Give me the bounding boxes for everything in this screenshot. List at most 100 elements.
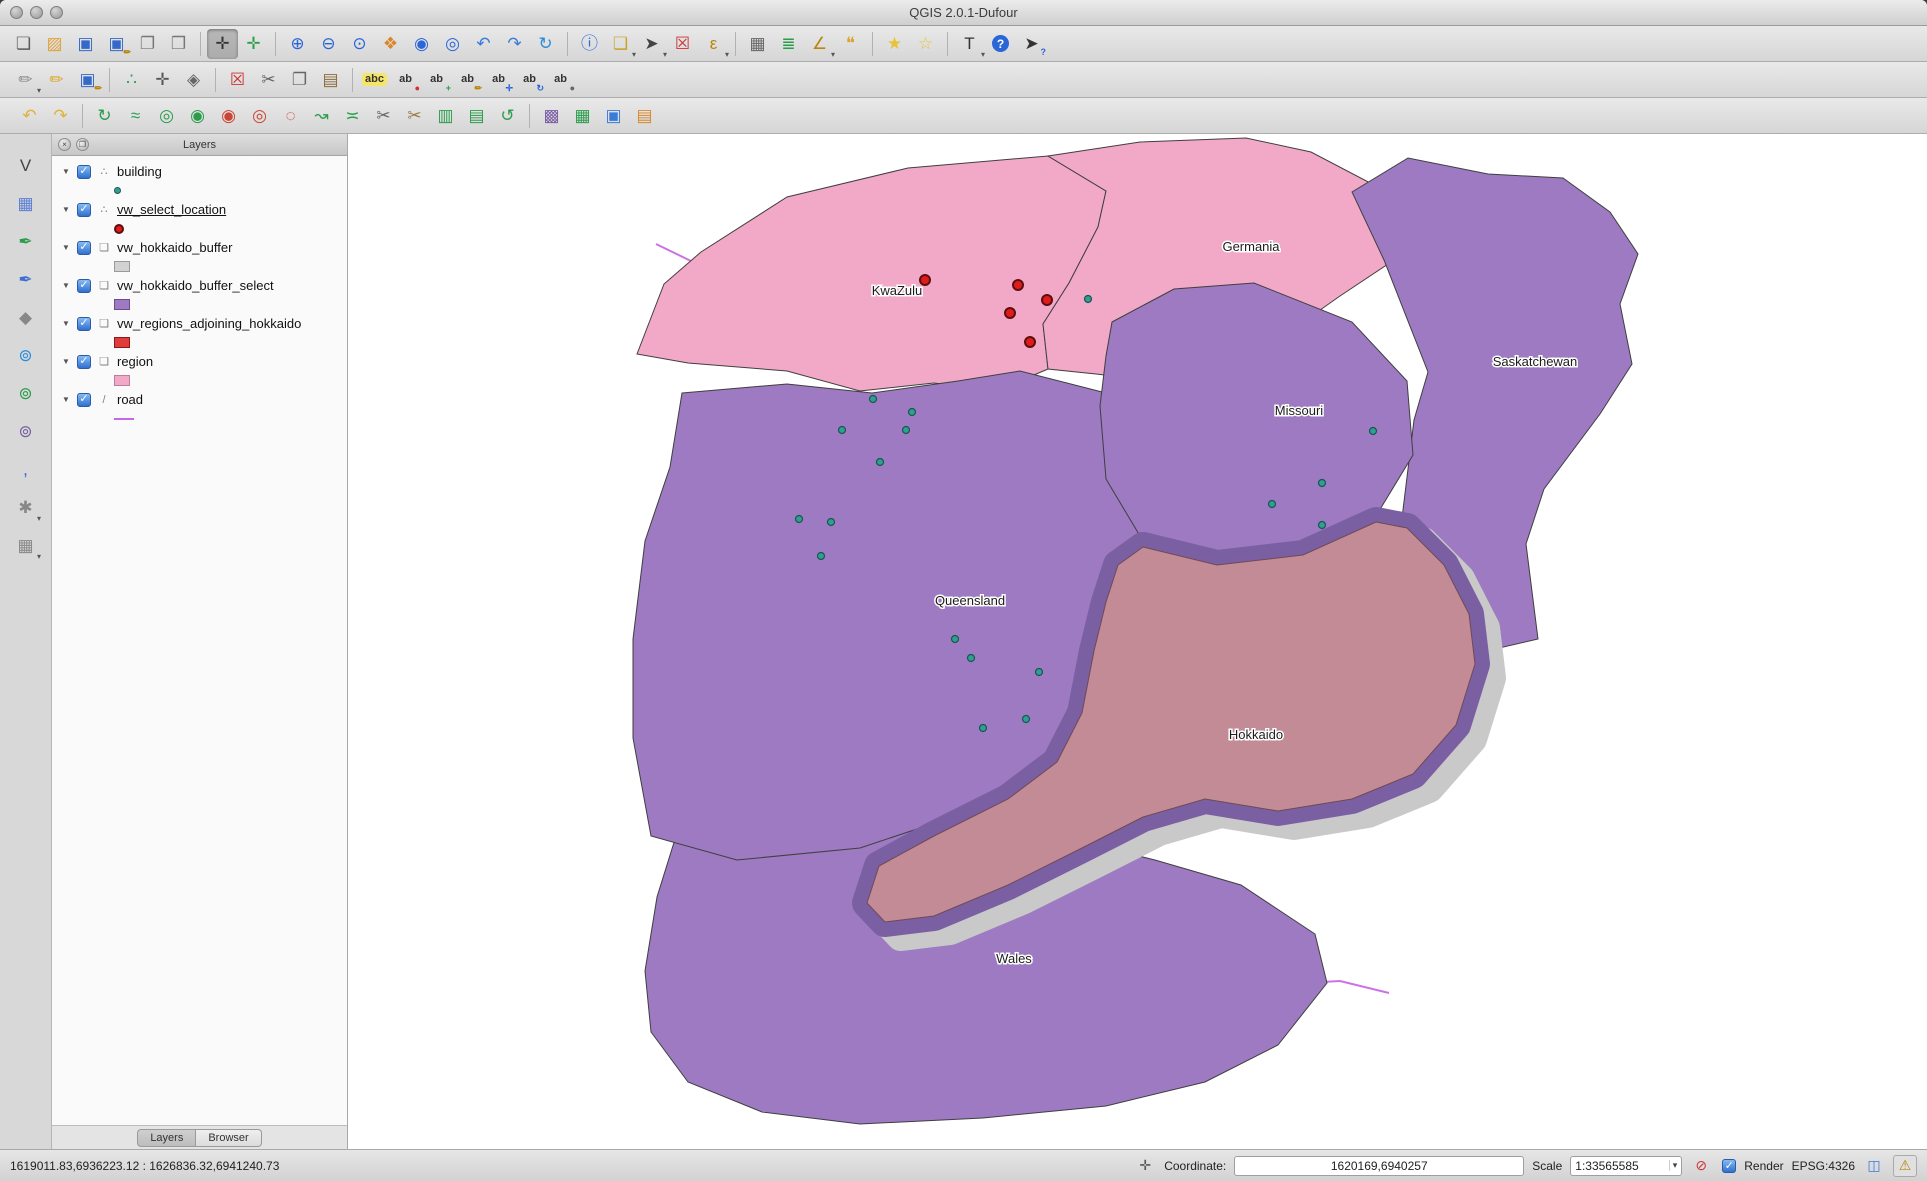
map-refresh-button[interactable]: ↻ — [530, 29, 561, 59]
zoom-last-button[interactable]: ↶ — [468, 29, 499, 59]
add-feature-button[interactable]: ∴ — [116, 65, 147, 95]
delete-ring-button[interactable]: ◎ — [244, 101, 275, 131]
stop-render-icon[interactable]: ⊘ — [1690, 1155, 1712, 1177]
add-delimited-text-layer-button[interactable]: , — [10, 454, 41, 485]
save-layer-edits-button[interactable]: ▣✏ — [72, 65, 103, 95]
tab-browser[interactable]: Browser — [196, 1129, 261, 1147]
undo-button[interactable]: ↶ — [14, 101, 45, 131]
open-project-button[interactable]: ▨ — [39, 29, 70, 59]
expander-icon[interactable]: ▼ — [62, 319, 71, 328]
mouse-position-icon[interactable]: ✛ — [1134, 1155, 1156, 1177]
simplify-feature-button[interactable]: ≈ — [120, 101, 151, 131]
select-by-expression-button[interactable]: ➤▾ — [636, 29, 667, 59]
scale-combo[interactable]: 1:33565585 ▾ — [1570, 1156, 1682, 1176]
expander-icon[interactable]: ▼ — [62, 395, 71, 404]
map-canvas[interactable]: KwaZuluGermaniaSaskatchewanMissouriQueen… — [348, 134, 1927, 1149]
layer-visibility-checkbox[interactable]: ✓ — [77, 279, 91, 293]
layer-item-building[interactable]: ▼✓∴building — [52, 161, 347, 182]
layer-visibility-checkbox[interactable]: ✓ — [77, 165, 91, 179]
map-tips-button[interactable]: ❝ — [835, 29, 866, 59]
crs-status-icon[interactable]: ◫ — [1863, 1155, 1885, 1177]
new-bookmark-button[interactable]: ★ — [879, 29, 910, 59]
label-properties-button[interactable]: ab● — [545, 65, 576, 95]
add-ring-button[interactable]: ◎ — [151, 101, 182, 131]
layer-visibility-checkbox[interactable]: ✓ — [77, 241, 91, 255]
add-mssql-layer-button[interactable]: ◆ — [10, 302, 41, 333]
label-highlight-button[interactable]: abc — [359, 65, 390, 95]
current-edits-button[interactable]: ✏▾ — [10, 65, 41, 95]
merge-features-button[interactable]: ▥ — [430, 101, 461, 131]
zoom-to-selection-button[interactable]: ◉ — [406, 29, 437, 59]
layer-item-vw_regions_adjoining_hokkaido[interactable]: ▼✓❏vw_regions_adjoining_hokkaido — [52, 313, 347, 334]
deselect-features-button[interactable]: ☒ — [667, 29, 698, 59]
field-calculator-button[interactable]: ≣ — [773, 29, 804, 59]
new-spatialite-layer-button[interactable]: ▦▾ — [10, 530, 41, 561]
offset-curve-button[interactable]: ≍ — [337, 101, 368, 131]
zoom-to-layer-button[interactable]: ◎ — [437, 29, 468, 59]
merge-attributes-button[interactable]: ▤ — [461, 101, 492, 131]
expander-icon[interactable]: ▼ — [62, 167, 71, 176]
tab-layers[interactable]: Layers — [137, 1129, 196, 1147]
cut-features-button[interactable]: ✂ — [253, 65, 284, 95]
label-pin-button[interactable]: ab● — [390, 65, 421, 95]
delete-part-button[interactable]: ◌ — [275, 101, 306, 131]
save-project-as-button[interactable]: ▣✏ — [101, 29, 132, 59]
layer-item-vw_hokkaido_buffer_select[interactable]: ▼✓❏vw_hokkaido_buffer_select — [52, 275, 347, 296]
expander-icon[interactable]: ▼ — [62, 357, 71, 366]
text-annotation-button[interactable]: T▾ — [954, 29, 985, 59]
open-attribute-table-button[interactable]: ▦ — [742, 29, 773, 59]
rotate-point-symbols-button[interactable]: ↺ — [492, 101, 523, 131]
redo-button[interactable]: ↷ — [45, 101, 76, 131]
add-spatialite-layer-button[interactable]: ✒ — [10, 226, 41, 257]
intersect-layers-button[interactable]: ▦ — [567, 101, 598, 131]
paste-features-button[interactable]: ▤ — [315, 65, 346, 95]
add-raster-layer-button[interactable]: ▦ — [10, 188, 41, 219]
fill-ring-button[interactable]: ◉ — [213, 101, 244, 131]
whats-this-button[interactable]: ➤? — [1016, 29, 1047, 59]
layer-visibility-checkbox[interactable]: ✓ — [77, 203, 91, 217]
union-layers-button[interactable]: ▣ — [598, 101, 629, 131]
select-by-location-button[interactable]: ▩ — [536, 101, 567, 131]
measure-button[interactable]: ∠▾ — [804, 29, 835, 59]
run-feature-action-button[interactable]: ε▾ — [698, 29, 729, 59]
new-print-composer-button[interactable]: ❐ — [132, 29, 163, 59]
layer-item-road[interactable]: ▼✓/road — [52, 389, 347, 410]
layer-visibility-checkbox[interactable]: ✓ — [77, 317, 91, 331]
reshape-features-button[interactable]: ↝ — [306, 101, 337, 131]
delete-selected-button[interactable]: ☒ — [222, 65, 253, 95]
panel-float-button[interactable]: ❐ — [76, 138, 89, 151]
zoom-full-button[interactable]: ❖ — [375, 29, 406, 59]
expander-icon[interactable]: ▼ — [62, 281, 71, 290]
zoom-out-button[interactable]: ⊖ — [313, 29, 344, 59]
select-features-button[interactable]: ❏▾ — [605, 29, 636, 59]
render-checkbox[interactable]: ✓ — [1722, 1159, 1736, 1173]
layer-item-vw_hokkaido_buffer[interactable]: ▼✓❏vw_hokkaido_buffer — [52, 237, 347, 258]
layer-visibility-checkbox[interactable]: ✓ — [77, 393, 91, 407]
layer-visibility-checkbox[interactable]: ✓ — [77, 355, 91, 369]
zoom-native-button[interactable]: ⊙ — [344, 29, 375, 59]
label-edit-button[interactable]: ab✏ — [452, 65, 483, 95]
expander-icon[interactable]: ▼ — [62, 205, 71, 214]
toggle-editing-button[interactable]: ✏ — [41, 65, 72, 95]
rotate-feature-button[interactable]: ↻ — [89, 101, 120, 131]
label-move-button[interactable]: ab✛ — [483, 65, 514, 95]
coordinate-input[interactable] — [1234, 1156, 1524, 1176]
new-shapefile-layer-button[interactable]: ✱▾ — [10, 492, 41, 523]
split-parts-button[interactable]: ✂ — [399, 101, 430, 131]
zoom-next-button[interactable]: ↷ — [499, 29, 530, 59]
add-postgis-layer-button[interactable]: ✒ — [10, 264, 41, 295]
help-contents-button[interactable]: ? — [985, 29, 1016, 59]
log-messages-icon[interactable]: ⚠ — [1893, 1155, 1917, 1177]
add-part-button[interactable]: ◉ — [182, 101, 213, 131]
add-vector-layer-button[interactable]: V — [10, 150, 41, 181]
minimize-button[interactable] — [30, 6, 43, 19]
copy-features-button[interactable]: ❐ — [284, 65, 315, 95]
add-wcs-layer-button[interactable]: ⊚ — [10, 378, 41, 409]
layer-item-vw_select_location[interactable]: ▼✓∴vw_select_location — [52, 199, 347, 220]
save-project-button[interactable]: ▣ — [70, 29, 101, 59]
pan-to-selection-button[interactable]: ✛ — [238, 29, 269, 59]
label-add-button[interactable]: ab+ — [421, 65, 452, 95]
identify-features-button[interactable]: ⓘ — [574, 29, 605, 59]
move-feature-button[interactable]: ✛ — [147, 65, 178, 95]
close-button[interactable] — [10, 6, 23, 19]
